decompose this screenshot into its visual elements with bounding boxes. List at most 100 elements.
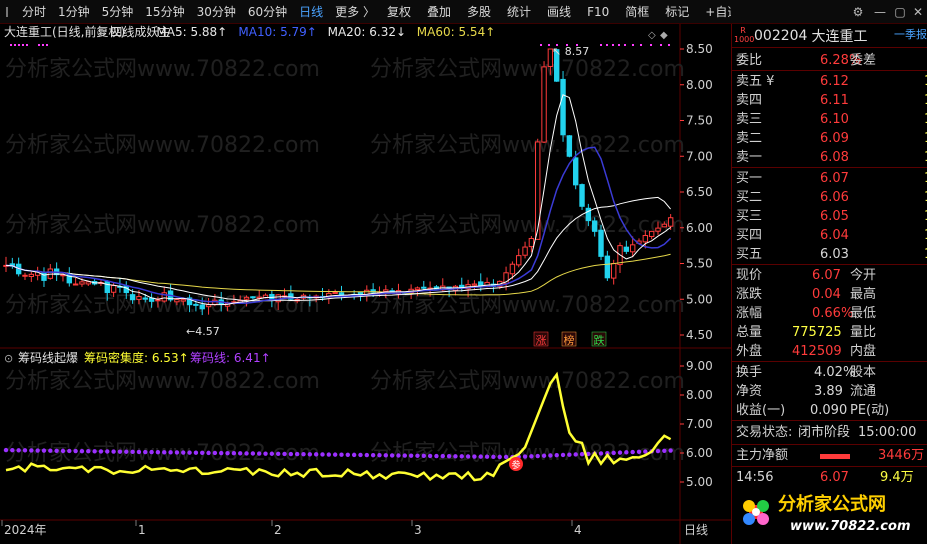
- ad-title: 分析家公式网: [778, 493, 886, 515]
- chip-line-dot: [212, 450, 218, 456]
- chip-line-dot: [16, 448, 21, 453]
- chip-line-dot: [630, 449, 635, 455]
- chip-line-dot: [529, 454, 534, 459]
- legend-ma60: MA60: 5.54↑: [417, 25, 495, 39]
- sell-price: 6.12: [820, 74, 849, 89]
- buy-row-3: 买四6.041: [732, 226, 927, 245]
- chip-line-dot: [117, 449, 123, 454]
- stat-label: 外盘: [736, 344, 763, 359]
- period-tab-5[interactable]: 60分钟: [242, 0, 293, 24]
- watermark-text: 分析家公式网www.70822.com: [5, 213, 320, 238]
- chip-line-dot: [611, 450, 616, 456]
- diamond-icon: ◇: [648, 30, 656, 41]
- net-flow-value: 3446万: [878, 448, 925, 463]
- tool-button-4[interactable]: 画线: [541, 0, 577, 24]
- flower-logo-icon: [743, 500, 769, 525]
- period-tab-3[interactable]: 15分钟: [139, 0, 190, 24]
- close-icon[interactable]: ✕: [909, 3, 927, 21]
- tool-button-5[interactable]: F10: [581, 0, 615, 24]
- time-axis-label: 2: [274, 523, 282, 537]
- buy-row-1: 买二6.061: [732, 188, 927, 207]
- time-axis-label: 1: [138, 523, 146, 537]
- sub-axis-label: 7.00: [686, 417, 713, 431]
- candle-body: [22, 274, 28, 277]
- legend-chip-density: 筹码密集度: 6.53↑: [84, 350, 189, 365]
- high-price-label: ↖ 8.57: [552, 45, 589, 58]
- sell-price: 6.11: [820, 93, 849, 108]
- candle-body: [72, 283, 79, 286]
- buy-label: 买三: [736, 209, 763, 224]
- chip-line-dot: [491, 454, 496, 459]
- chip-line-dot: [168, 450, 173, 455]
- tool-button-6[interactable]: 简框: [619, 0, 655, 24]
- candle-body: [661, 223, 668, 228]
- stat-label2: 今开: [850, 268, 877, 283]
- candle-body: [579, 184, 585, 207]
- stat-value: 6.07: [812, 268, 841, 283]
- stat2-row-2: 收益(一) 0.090 PE(动): [732, 401, 927, 420]
- price-axis-label: 8.00: [686, 78, 713, 92]
- candle-body: [648, 230, 655, 237]
- low-price-label: ←4.57: [186, 325, 220, 338]
- signal-dot: [26, 44, 28, 46]
- watermark-text: 分析家公式网www.70822.com: [370, 213, 685, 238]
- stat-label2: 流通: [850, 384, 877, 399]
- sell-row-0: 卖五 ¥6.121: [732, 72, 927, 91]
- chip-line-dot: [35, 448, 40, 453]
- chip-line-dot: [149, 449, 154, 455]
- restore-icon[interactable]: ▢: [891, 3, 909, 21]
- chip-line-dot: [124, 449, 129, 454]
- chip-line-dot: [238, 451, 243, 456]
- stat-row-0: 现价 6.07 今开: [732, 266, 927, 285]
- chip-line-dot: [136, 449, 142, 455]
- panel-toggle-icon[interactable]: [6, 6, 8, 17]
- signal-dot: [38, 44, 40, 46]
- price-axis-label: 5.00: [686, 292, 713, 306]
- chip-line-dot: [434, 453, 439, 459]
- period-tab-0[interactable]: 分时: [16, 0, 52, 24]
- tool-button-2[interactable]: 多股: [461, 0, 497, 24]
- signal-dot: [46, 44, 48, 46]
- candle-body: [528, 237, 535, 248]
- period-tab-7[interactable]: 更多 〉: [329, 0, 381, 24]
- period-tab-4[interactable]: 30分钟: [191, 0, 242, 24]
- sell-label: 卖四: [736, 93, 763, 108]
- stat-label2: PE(动): [850, 403, 890, 418]
- tool-button-7[interactable]: 标记: [659, 0, 695, 24]
- chip-line-dot: [484, 454, 490, 459]
- period-tab-1[interactable]: 1分钟: [52, 0, 96, 24]
- chip-line-dot: [79, 448, 85, 454]
- tool-button-3[interactable]: 统计: [501, 0, 537, 24]
- signal-dot: [606, 44, 608, 46]
- period-tab-2[interactable]: 5分钟: [96, 0, 140, 24]
- ad-banner[interactable]: 分析家公式网 www.70822.com: [736, 486, 924, 540]
- minimize-icon[interactable]: —: [871, 3, 889, 21]
- time-axis-label: 3: [414, 523, 422, 537]
- chip-line-dot: [573, 452, 578, 457]
- chip-line-dot: [560, 452, 566, 458]
- kline-chart[interactable]: 分析家公式网www.70822.com 分析家公式网www.70822.com 分析…: [0, 24, 731, 544]
- sell-row-3: 卖二6.091: [732, 129, 927, 148]
- candle-body: [180, 299, 186, 302]
- chip-line-dot: [396, 453, 401, 458]
- chip-line-dot: [269, 451, 275, 456]
- chip-line-dot: [662, 448, 667, 453]
- buy-row-2: 买三6.051: [732, 207, 927, 226]
- candle-body: [623, 246, 630, 252]
- period-tab-6[interactable]: 日线: [293, 0, 329, 24]
- chip-line-dot: [294, 451, 300, 457]
- report-tag[interactable]: 一季报: [894, 26, 927, 42]
- tool-button-1[interactable]: 叠加: [421, 0, 457, 24]
- gear-icon[interactable]: ⚙: [849, 3, 867, 21]
- candle-body: [522, 246, 528, 256]
- stat-value: 775725: [792, 325, 842, 340]
- sub-indicator-name: 筹码线起爆: [18, 351, 78, 365]
- legend-ma5: MA5: 5.88↑: [156, 25, 227, 39]
- price-axis-label: 4.50: [686, 328, 713, 342]
- candle-body: [591, 220, 598, 232]
- candle-body: [642, 235, 649, 243]
- tool-button-0[interactable]: 复权: [381, 0, 417, 24]
- candle-body: [199, 304, 205, 310]
- chip-line-dot: [307, 452, 313, 457]
- sell-label: 卖三: [736, 112, 763, 127]
